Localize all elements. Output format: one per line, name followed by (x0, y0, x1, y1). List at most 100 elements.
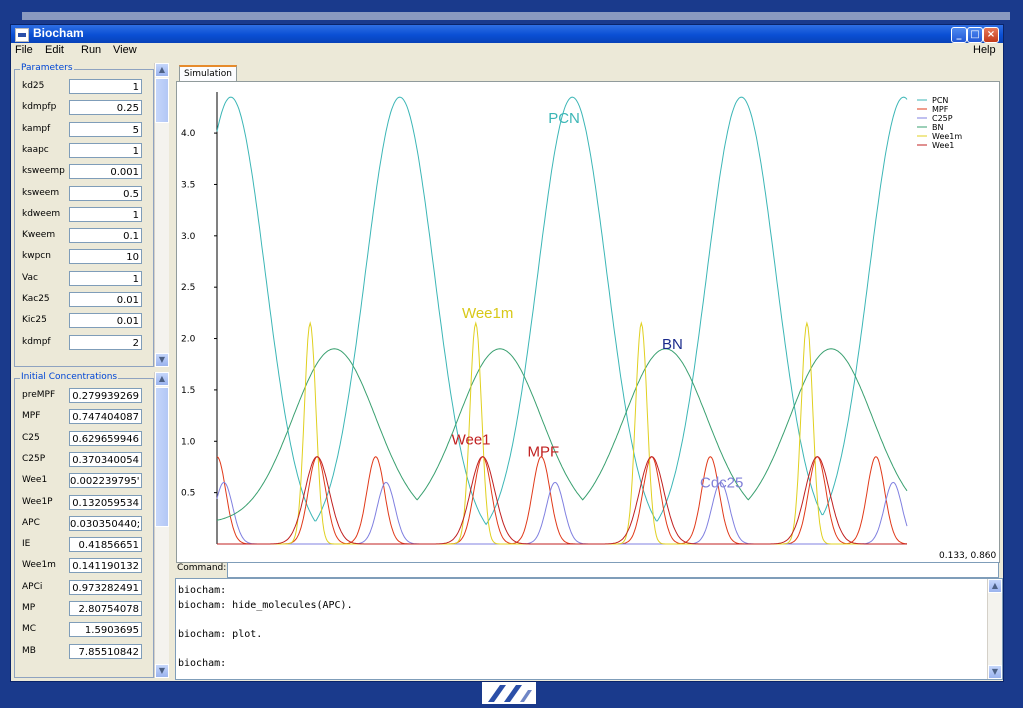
close-button[interactable]: × (983, 27, 999, 43)
legend-entry: BN (932, 123, 943, 132)
concentration-value-field[interactable]: 0.141190132 (69, 558, 142, 574)
parameter-label: kdmpf (22, 336, 51, 347)
parameter-row: ksweemp 0.001 (14, 164, 152, 180)
concentration-value-field[interactable]: 0.132059534 (69, 494, 142, 510)
menu-help[interactable]: Help (973, 44, 996, 56)
biocham-window: Biocham _ □ × File Edit Run View Help Pa… (10, 24, 1004, 682)
parameter-value-field[interactable]: 0.1 (69, 228, 142, 244)
concentration-row: C25P 0.370340054 (14, 451, 152, 468)
concentration-label: MC (22, 624, 37, 635)
coordinate-readout: 0.133, 0.860 (939, 551, 997, 561)
parameter-value-field[interactable]: 1 (69, 142, 142, 158)
parameter-row: kdmpfp 0.25 (14, 100, 152, 116)
parameter-row: Kac25 0.01 (14, 292, 152, 308)
menu-view[interactable]: View (113, 44, 137, 56)
maximize-button[interactable]: □ (967, 27, 983, 43)
logo-mark-icon (488, 685, 532, 702)
scroll-down-arrow-icon[interactable]: ▼ (155, 353, 169, 367)
concentration-label: preMPF (22, 390, 56, 400)
plot-area: 0.5 1.0 1.5 2.0 2.5 3.0 3.5 4.0 PCN MPF C25P BN Wee1… (176, 81, 1000, 563)
parameter-label: Vac (22, 272, 38, 283)
concentrations-scrollbar[interactable]: ▲ ▼ (154, 372, 169, 678)
menu-bar: File Edit Run View Help (11, 43, 1003, 59)
parameter-value-field[interactable]: 10 (69, 249, 142, 265)
console-scrollbar[interactable]: ▲ ▼ (987, 579, 1002, 679)
parameter-label: Kac25 (22, 294, 50, 304)
menu-run[interactable]: Run (81, 44, 101, 56)
concentration-value-field[interactable]: 2.80754078 (69, 601, 142, 616)
concentration-row: MB 7.85510842 (14, 643, 152, 660)
concentration-value-field[interactable]: 0.41856651 (69, 537, 142, 553)
concentration-value-field[interactable]: 0.370340054 (69, 451, 142, 467)
window-title: Biocham (33, 26, 84, 40)
y-tick-label: 1.5 (181, 386, 195, 396)
concentration-row: APC 0.030350440; (14, 515, 152, 532)
menu-edit[interactable]: Edit (45, 44, 64, 56)
concentration-row: MC 1.5903695 (14, 622, 152, 638)
concentration-value-field[interactable]: 0.629659946 (69, 430, 142, 446)
y-tick-label: 2.0 (181, 335, 196, 345)
parameter-row: kdweem 1 (14, 206, 152, 223)
concentration-value-field[interactable]: 0.747404087 (69, 409, 142, 425)
legend-entry: MPF (932, 105, 949, 114)
legend-entry: Wee1 (932, 141, 954, 150)
minimize-button[interactable]: _ (951, 27, 967, 43)
parameter-value-field[interactable]: 2 (69, 334, 142, 350)
concentration-label: C25 (22, 432, 40, 443)
command-input[interactable] (227, 562, 999, 578)
parameter-value-field[interactable]: 1 (69, 79, 142, 94)
menu-file[interactable]: File (15, 44, 33, 56)
logo (482, 682, 536, 704)
parameter-value-field[interactable]: 0.25 (69, 100, 142, 116)
y-tick-label: 3.0 (181, 232, 196, 242)
parameter-row: Kweem 0.1 (14, 228, 152, 244)
scroll-thumb[interactable] (155, 387, 169, 527)
console-line: biocham: (178, 585, 227, 596)
parameter-value-field[interactable]: 0.001 (69, 164, 142, 180)
scroll-up-arrow-icon[interactable]: ▲ (988, 579, 1002, 593)
annotation-label: PCN (548, 110, 580, 127)
parameters-panel: Parameters kd25 1 kdmpfp 0.25 kampf 5 kaapc 1 ks… (14, 63, 170, 367)
parameters-scrollbar[interactable]: ▲ ▼ (154, 63, 169, 367)
parameters-legend: Parameters (20, 63, 74, 73)
annotation-label: Wee1m (462, 305, 513, 322)
concentration-label: MP (22, 603, 36, 613)
app-icon (15, 28, 29, 42)
parameter-value-field[interactable]: 0.5 (69, 185, 142, 201)
parameter-row: kdmpf 2 (14, 334, 152, 351)
annotation-label: Wee1 (452, 431, 491, 448)
concentration-label: APCi (22, 581, 43, 592)
parameter-label: kampf (22, 123, 51, 134)
parameter-value-field[interactable]: 5 (69, 121, 142, 137)
concentration-value-field[interactable]: 0.002239795' (69, 473, 142, 489)
parameter-label: kwpcn (22, 251, 51, 262)
console-line: biocham: (178, 657, 227, 669)
scroll-thumb[interactable] (155, 78, 169, 123)
parameter-row: kd25 1 (14, 79, 152, 95)
parameter-label: kd25 (22, 81, 45, 91)
parameter-value-field[interactable]: 0.01 (69, 292, 142, 307)
concentration-value-field[interactable]: 0.030350440; (69, 515, 142, 531)
concentration-value-field[interactable]: 7.85510842 (69, 643, 142, 659)
concentrations-legend: Initial Concentrations (20, 372, 119, 382)
concentration-row: APCi 0.973282491 (14, 579, 152, 596)
parameter-value-field[interactable]: 1 (69, 206, 142, 222)
y-tick-label: 1.0 (181, 437, 196, 447)
scroll-up-arrow-icon[interactable]: ▲ (155, 63, 169, 77)
legend-entry: C25P (932, 114, 953, 123)
parameter-value-field[interactable]: 1 (69, 270, 142, 286)
scroll-down-arrow-icon[interactable]: ▼ (155, 664, 169, 678)
console-line: biocham: hide_molecules(APC). (178, 599, 353, 611)
concentration-value-field[interactable]: 1.5903695 (69, 622, 142, 638)
concentration-value-field[interactable]: 0.279939269 (69, 388, 142, 403)
scroll-up-arrow-icon[interactable]: ▲ (155, 372, 169, 386)
parameter-label: Kweem (22, 230, 56, 241)
legend-entry: Wee1m (932, 132, 962, 141)
scroll-down-arrow-icon[interactable]: ▼ (988, 665, 1002, 679)
concentration-label: Wee1 (22, 475, 48, 486)
parameter-label: kdweem (22, 208, 61, 219)
title-bar[interactable]: Biocham _ □ × (11, 25, 1003, 43)
parameter-row: Kic25 0.01 (14, 313, 152, 329)
parameter-value-field[interactable]: 0.01 (69, 313, 142, 329)
concentration-value-field[interactable]: 0.973282491 (69, 579, 142, 595)
